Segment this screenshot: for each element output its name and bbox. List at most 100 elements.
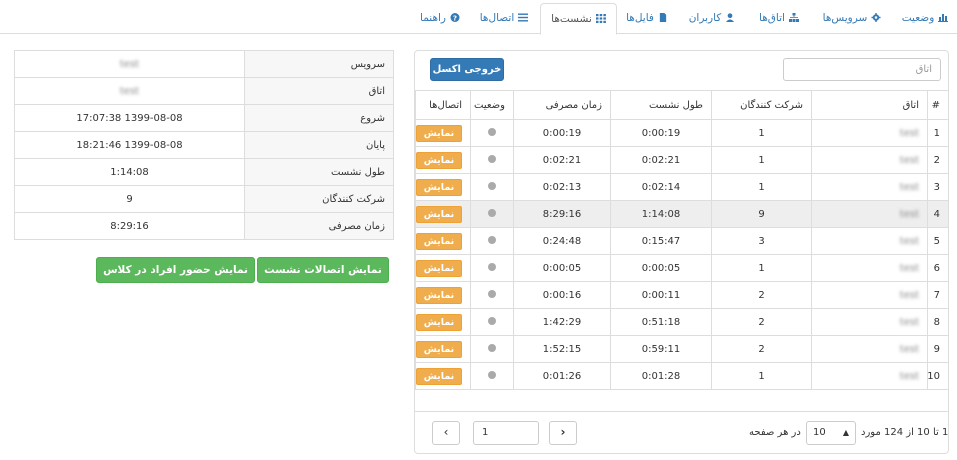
details-value: test: [14, 77, 245, 105]
details-key: اتاق: [244, 77, 394, 105]
show-connections-row-button[interactable]: نمایش: [416, 232, 462, 250]
table-row[interactable]: 5 test 3 0:15:47 0:24:48 نمایش: [415, 227, 949, 255]
cell-connections: نمایش: [415, 200, 471, 228]
tab-sessions[interactable]: نشست‌ها: [540, 3, 617, 35]
col-status[interactable]: وضعیت: [470, 90, 514, 120]
cell-used-time: 0:00:16: [513, 281, 611, 309]
col-connections[interactable]: اتصال‌ها: [415, 90, 471, 120]
cell-status: [470, 119, 514, 147]
table-row[interactable]: 9 test 2 0:59:11 1:52:15 نمایش: [415, 335, 949, 363]
show-connections-row-button[interactable]: نمایش: [416, 259, 462, 277]
cell-connections: نمایش: [415, 362, 471, 390]
table-row[interactable]: 1 test 1 0:00:19 0:00:19 نمایش: [415, 119, 949, 147]
list-icon: [518, 13, 529, 22]
tab-rooms[interactable]: اتاق‌ها: [748, 3, 810, 34]
details-value: 8:29:16: [14, 212, 245, 240]
tab-help[interactable]: ? راهنما: [412, 3, 468, 34]
next-page-button[interactable]: ›: [549, 421, 577, 445]
session-details-table: سرویس test اتاق test شروع 1399-08-08 17:07:38…: [14, 50, 394, 240]
details-value-text: 1399-08-08 17:07:38: [76, 112, 183, 124]
details-row: زمان مصرفی 8:29:16: [14, 212, 394, 240]
chevron-right-icon: ›: [560, 425, 566, 439]
tab-services[interactable]: سرویس‌ها: [816, 3, 888, 34]
show-connections-row-button[interactable]: نمایش: [416, 286, 462, 304]
export-excel-button[interactable]: خروجی اکسل: [430, 58, 504, 81]
prev-page-button[interactable]: ‹: [432, 421, 460, 445]
show-attendance-button[interactable]: نمایش حضور افراد در کلاس: [96, 257, 255, 283]
show-connections-row-button[interactable]: نمایش: [416, 124, 462, 142]
cell-participants: 2: [711, 281, 812, 309]
cell-index: 5: [927, 227, 949, 255]
tab-users[interactable]: کاربران: [682, 3, 742, 34]
table-row[interactable]: 6 test 1 0:00:05 0:00:05 نمایش: [415, 254, 949, 282]
details-value-text: test: [119, 85, 140, 97]
cell-room: test: [811, 173, 928, 201]
show-connections-row-button[interactable]: نمایش: [416, 178, 462, 196]
gear-icon: [871, 13, 881, 22]
cell-connections: نمایش: [415, 281, 471, 309]
cell-room: test: [811, 335, 928, 363]
tab-connections[interactable]: اتصال‌ها: [474, 3, 534, 34]
table-row[interactable]: 8 test 2 0:51:18 1:42:29 نمایش: [415, 308, 949, 336]
cell-index: 6: [927, 254, 949, 282]
details-value-text: 1399-08-08 18:21:46: [76, 139, 183, 151]
room-name: test: [899, 343, 919, 355]
col-used-time[interactable]: زمان مصرفی: [513, 90, 611, 120]
cell-duration: 1:14:08: [610, 200, 712, 228]
table-row[interactable]: 10 test 1 0:01:28 0:01:26 نمایش: [415, 362, 949, 390]
room-name: test: [899, 289, 919, 301]
status-dot-icon: [488, 262, 496, 271]
show-connections-row-button[interactable]: نمایش: [416, 313, 462, 331]
show-connections-row-button[interactable]: نمایش: [416, 205, 462, 223]
show-connections-row-button[interactable]: نمایش: [416, 367, 462, 385]
cell-index: 3: [927, 173, 949, 201]
cell-used-time: 0:01:26: [513, 362, 611, 390]
bar-chart-icon: [938, 14, 949, 22]
table-row[interactable]: 3 test 1 0:02:14 0:02:13 نمایش: [415, 173, 949, 201]
show-connections-row-button[interactable]: نمایش: [416, 151, 462, 169]
show-connections-row-button[interactable]: نمایش: [416, 340, 462, 358]
cell-room: test: [811, 119, 928, 147]
table-row[interactable]: 2 test 1 0:02:21 0:02:21 نمایش: [415, 146, 949, 174]
file-icon: [659, 13, 667, 22]
chevron-left-icon: ‹: [443, 425, 449, 439]
cell-used-time: 1:42:29: [513, 308, 611, 336]
show-connections-button[interactable]: نمایش اتصالات نشست: [257, 257, 389, 283]
col-index[interactable]: #: [927, 90, 949, 120]
page-number-input[interactable]: 1: [473, 421, 539, 445]
room-search-input[interactable]: [783, 58, 941, 81]
room-name: test: [899, 262, 919, 274]
room-name: test: [899, 235, 919, 247]
question-circle-icon: ?: [450, 13, 460, 22]
cell-status: [470, 281, 514, 309]
cell-duration: 0:00:19: [610, 119, 712, 147]
per-page-value: 10: [813, 427, 826, 438]
user-icon: [726, 13, 735, 22]
status-dot-icon: [488, 235, 496, 244]
tab-status[interactable]: وضعیت: [896, 3, 954, 34]
details-row: شرکت کنندگان 9: [14, 185, 394, 213]
tab-label: سرویس‌ها: [822, 12, 868, 24]
room-name: test: [899, 370, 919, 382]
cell-room: test: [811, 308, 928, 336]
details-value: test: [14, 50, 245, 78]
col-room[interactable]: اتاق: [811, 90, 928, 120]
table-row[interactable]: 4 test 9 1:14:08 8:29:16 نمایش: [415, 200, 949, 228]
details-value: 1399-08-08 18:21:46: [14, 131, 245, 159]
status-dot-icon: [488, 154, 496, 163]
cell-status: [470, 362, 514, 390]
cell-participants: 1: [711, 254, 812, 282]
tab-files[interactable]: فایل‌ها: [618, 3, 676, 34]
table-row[interactable]: 7 test 2 0:00:11 0:00:16 نمایش: [415, 281, 949, 309]
cell-participants: 2: [711, 308, 812, 336]
col-duration[interactable]: طول نشست: [610, 90, 712, 120]
details-key: سرویس: [244, 50, 394, 78]
col-participants[interactable]: شرکت کنندگان: [711, 90, 812, 120]
sessions-table: # اتاق شرکت کنندگان طول نشست زمان مصرفی …: [415, 90, 949, 390]
cell-participants: 3: [711, 227, 812, 255]
cell-room: test: [811, 200, 928, 228]
cell-room: test: [811, 146, 928, 174]
per-page-select[interactable]: 10 ▲: [806, 421, 856, 445]
grid-icon: [595, 14, 606, 23]
cell-used-time: 8:29:16: [513, 200, 611, 228]
